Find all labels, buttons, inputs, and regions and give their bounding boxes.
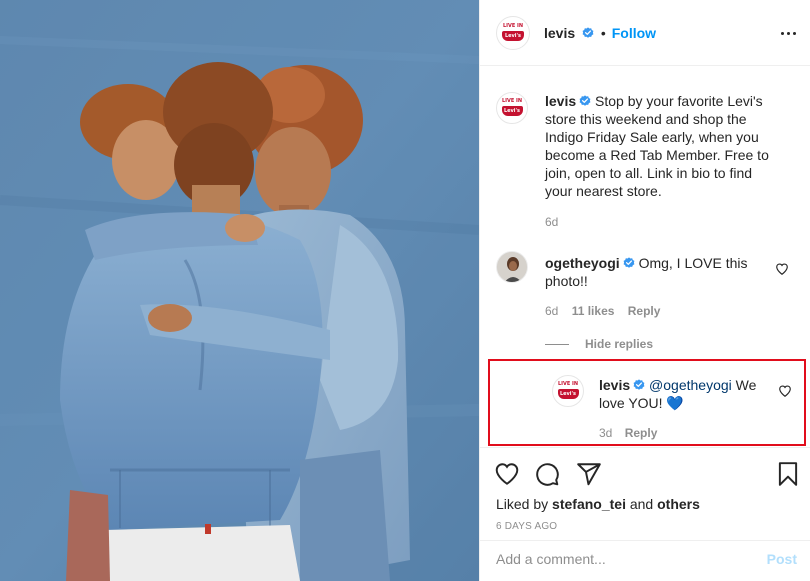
more-options-icon[interactable] bbox=[781, 26, 797, 40]
liked-by-prefix: Liked by bbox=[496, 496, 549, 512]
reply-body: levis @ogetheyogi We love YOU! 💙 bbox=[599, 376, 759, 412]
reply-mention-link[interactable]: @ogetheyogi bbox=[649, 377, 732, 393]
reply-username[interactable]: levis bbox=[599, 377, 630, 393]
liked-by-and: and bbox=[629, 496, 654, 512]
verified-badge-icon bbox=[579, 95, 591, 106]
comment-reply-button[interactable]: Reply bbox=[628, 304, 661, 318]
separator-dot: • bbox=[600, 25, 606, 41]
hide-replies-button[interactable]: Hide replies bbox=[545, 337, 653, 351]
reply-like-heart-icon[interactable] bbox=[778, 384, 792, 398]
comment-body: ogetheyogi Omg, I LOVE this photo!! bbox=[545, 254, 755, 290]
header-user: levis • Follow bbox=[544, 25, 656, 41]
avatar-text-top: LIVE IN bbox=[557, 381, 579, 387]
reply-avatar[interactable]: LIVE IN Levi's bbox=[552, 375, 584, 407]
hide-replies-label: Hide replies bbox=[585, 337, 654, 351]
add-comment-input[interactable] bbox=[496, 551, 746, 567]
commenter-photo bbox=[497, 252, 527, 282]
post-comment-button[interactable]: Post bbox=[767, 551, 797, 567]
liked-by-user[interactable]: stefano_tei bbox=[552, 496, 626, 512]
author-avatar[interactable]: LIVE IN Levi's bbox=[496, 16, 530, 50]
bookmark-icon[interactable] bbox=[775, 461, 801, 487]
family-hug-photo bbox=[0, 0, 479, 581]
comment-like-heart-icon[interactable] bbox=[775, 262, 789, 276]
commenter-avatar[interactable] bbox=[496, 251, 528, 283]
avatar-text-top: LIVE IN bbox=[502, 23, 524, 29]
heart-icon[interactable] bbox=[494, 461, 520, 487]
reply-meta: 3d Reply bbox=[599, 426, 657, 440]
caption-text: Stop by your favorite Levi's store this … bbox=[545, 93, 769, 199]
follow-button[interactable]: Follow bbox=[612, 25, 656, 41]
caption-username[interactable]: levis bbox=[545, 93, 576, 109]
post-timestamp[interactable]: 6 DAYS AGO bbox=[496, 521, 557, 532]
avatar-text-top: LIVE IN bbox=[501, 98, 523, 104]
caption-avatar[interactable]: LIVE IN Levi's bbox=[496, 92, 528, 124]
add-comment-bar: Post bbox=[480, 540, 810, 581]
comment-likes[interactable]: 11 likes bbox=[572, 304, 615, 318]
verified-badge-icon bbox=[582, 27, 594, 38]
reply-reply-button[interactable]: Reply bbox=[625, 426, 658, 440]
instagram-post: LIVE IN Levi's levis • Follow LIVE IN Le… bbox=[0, 0, 810, 581]
post-photo[interactable] bbox=[0, 0, 479, 581]
caption-body: levis Stop by your favorite Levi's store… bbox=[545, 92, 777, 200]
caption-timestamp[interactable]: 6d bbox=[545, 215, 558, 229]
avatar-logo-badge: Levi's bbox=[557, 389, 579, 399]
post-side-panel: LIVE IN Levi's levis • Follow LIVE IN Le… bbox=[479, 0, 810, 581]
post-header: LIVE IN Levi's levis • Follow bbox=[480, 0, 810, 66]
liked-by-others[interactable]: others bbox=[657, 496, 700, 512]
avatar-logo-badge: Levi's bbox=[502, 31, 524, 41]
comment-username[interactable]: ogetheyogi bbox=[545, 255, 620, 271]
hide-replies-line bbox=[545, 343, 569, 345]
share-icon[interactable] bbox=[576, 461, 602, 487]
author-username[interactable]: levis bbox=[544, 25, 575, 41]
comment-meta: 6d 11 likes Reply bbox=[545, 304, 660, 318]
avatar-logo-badge: Levi's bbox=[501, 106, 523, 116]
comment-timestamp[interactable]: 6d bbox=[545, 304, 558, 318]
liked-by-text: Liked by stefano_tei and others bbox=[496, 496, 700, 512]
verified-badge-icon bbox=[623, 257, 635, 268]
reply-timestamp[interactable]: 3d bbox=[599, 426, 612, 440]
verified-badge-icon bbox=[633, 379, 645, 390]
comment-icon[interactable] bbox=[534, 461, 560, 487]
